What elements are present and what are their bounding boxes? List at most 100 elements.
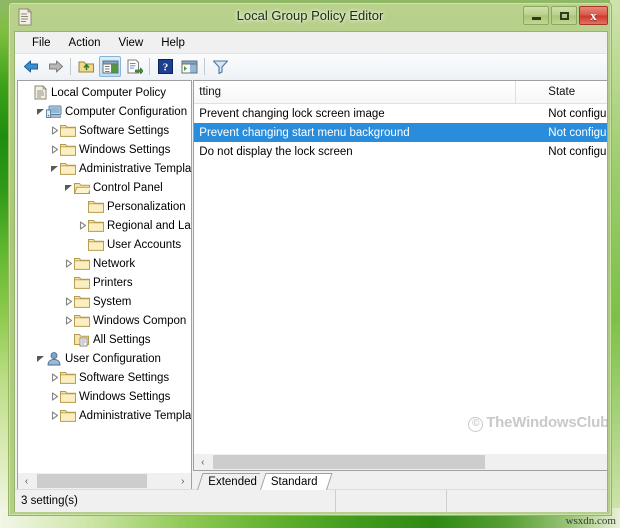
chevron-right-icon[interactable] [63,296,74,307]
tree-node-computer-configuration[interactable]: Computer Configuration [18,102,191,121]
tree-horizontal-scrollbar[interactable]: ‹ › [17,473,193,490]
list-scroll-left-button[interactable]: ‹ [194,454,212,470]
tree-node-user-configuration[interactable]: User Configuration [18,349,191,368]
tree-node-software-settings[interactable]: Software Settings [18,121,191,140]
maximize-icon [559,11,569,20]
close-button[interactable]: x [579,6,608,25]
menu-view[interactable]: View [110,35,153,51]
tree-node-label: User Accounts [107,238,182,251]
toolbar-separator [204,58,205,75]
show-hide-console-tree-icon[interactable] [99,56,121,77]
tree-node-administrative-templa[interactable]: Administrative Templa [18,159,191,178]
tree-node-network[interactable]: Network [18,254,191,273]
title-bar[interactable]: Local Group Policy Editor x [9,3,611,31]
folder-icon [60,161,76,176]
folder-open-icon [73,180,92,195]
toolbar: ? [15,54,607,80]
chevron-right-icon[interactable] [77,220,88,231]
chevron-down-icon[interactable] [49,163,60,174]
chevron-down-icon[interactable] [35,353,46,364]
tree-node-label: User Configuration [65,352,161,365]
cell-state: Not configured [548,126,607,139]
chevron-down-icon[interactable] [35,106,46,117]
tree-node-label: Windows Settings [79,390,171,403]
tab-extended[interactable]: Extended [197,473,272,490]
tree-scroll-track[interactable] [35,473,175,489]
list-horizontal-scrollbar[interactable]: ‹ › [193,454,607,471]
tree-node-system[interactable]: System [18,292,191,311]
tree-node-regional-and-la[interactable]: Regional and La [18,216,191,235]
chevron-right-icon[interactable] [49,144,60,155]
tree-node-label: Personalization [107,200,186,213]
chevron-right-icon[interactable] [63,315,74,326]
list-scroll-thumb[interactable] [213,455,486,469]
chevron-down-icon[interactable] [63,182,74,193]
folder-icon [88,199,104,214]
tree-node-windows-settings[interactable]: Windows Settings [18,140,191,159]
chevron-right-icon[interactable] [49,125,60,136]
tree-node-label: System [93,295,132,308]
status-text: 3 setting(s) [15,490,336,512]
table-row[interactable]: Do not display the lock screen Not config… [194,142,607,161]
back-arrow-icon[interactable] [20,56,42,77]
settings-list[interactable]: tting State Prevent changing lock screen… [193,80,607,454]
tree-node-local-computer-policy[interactable]: Local Computer Policy [18,83,191,102]
tree-scroll-thumb[interactable] [37,474,147,488]
tree-node-software-settings[interactable]: Software Settings [18,368,191,387]
list-scroll-right-button[interactable]: › [606,454,607,470]
tree-node-administrative-templa[interactable]: Administrative Templa [18,406,191,425]
corner-watermark: wsxdn.com [565,515,616,527]
cell-setting: Do not display the lock screen [199,145,353,158]
help-icon[interactable]: ? [154,56,176,77]
chevron-right-icon[interactable] [49,391,60,402]
policy-document-icon [32,85,48,100]
menu-help[interactable]: Help [152,35,194,51]
list-scroll-track[interactable] [211,454,607,470]
tree-node-user-accounts[interactable]: User Accounts [18,235,191,254]
tree-node-personalization[interactable]: Personalization [18,197,191,216]
forward-arrow-icon[interactable] [44,56,66,77]
menu-file[interactable]: File [23,35,60,51]
tree-scroll-right-button[interactable]: › [174,473,192,489]
copyright-icon: © [468,417,484,432]
status-cell-2 [336,490,447,512]
view-tab-strip: Extended Standard [193,471,607,490]
filter-icon[interactable] [209,56,231,77]
chevron-right-icon[interactable] [63,258,74,269]
maximize-button[interactable] [551,6,577,25]
status-bar: 3 setting(s) [15,489,607,512]
folder-icon [88,237,104,252]
column-header-state[interactable]: State [516,81,607,103]
minimize-button[interactable] [523,6,549,25]
tree-node-label: Software Settings [79,371,170,384]
folder-icon [60,408,76,423]
chevron-right-icon[interactable] [49,410,60,421]
console-tree[interactable]: Local Computer Policy Computer Configurat… [17,80,193,473]
tree-node-control-panel[interactable]: Control Panel [18,178,191,197]
tree-node-printers[interactable]: Printers [18,273,191,292]
folder-icon [74,275,90,290]
show-hide-action-pane-icon[interactable] [178,56,200,77]
tree-node-label: Windows Settings [79,143,171,156]
table-row[interactable]: Prevent changing start menu background No… [194,123,607,142]
computer-icon [46,104,62,119]
tree-node-windows-settings[interactable]: Windows Settings [18,387,191,406]
up-one-level-icon[interactable] [75,56,97,77]
tab-standard[interactable]: Standard [259,473,333,490]
properties-icon[interactable] [123,56,145,77]
list-column-header[interactable]: tting State [194,81,607,104]
folder-icon [60,142,76,157]
table-row[interactable]: Prevent changing lock screen image Not co… [194,104,607,123]
chevron-right-icon[interactable] [49,372,60,383]
tree-node-windows-compon[interactable]: Windows Compon [18,311,191,330]
column-header-setting[interactable]: tting [194,81,517,103]
folder-icon [74,313,90,328]
console-tree-pane: Local Computer Policy Computer Configurat… [15,79,194,490]
menu-action[interactable]: Action [60,35,110,51]
tree-node-all-settings[interactable]: All Settings [18,330,191,349]
tree-scroll-left-button[interactable]: ‹ [18,473,35,489]
